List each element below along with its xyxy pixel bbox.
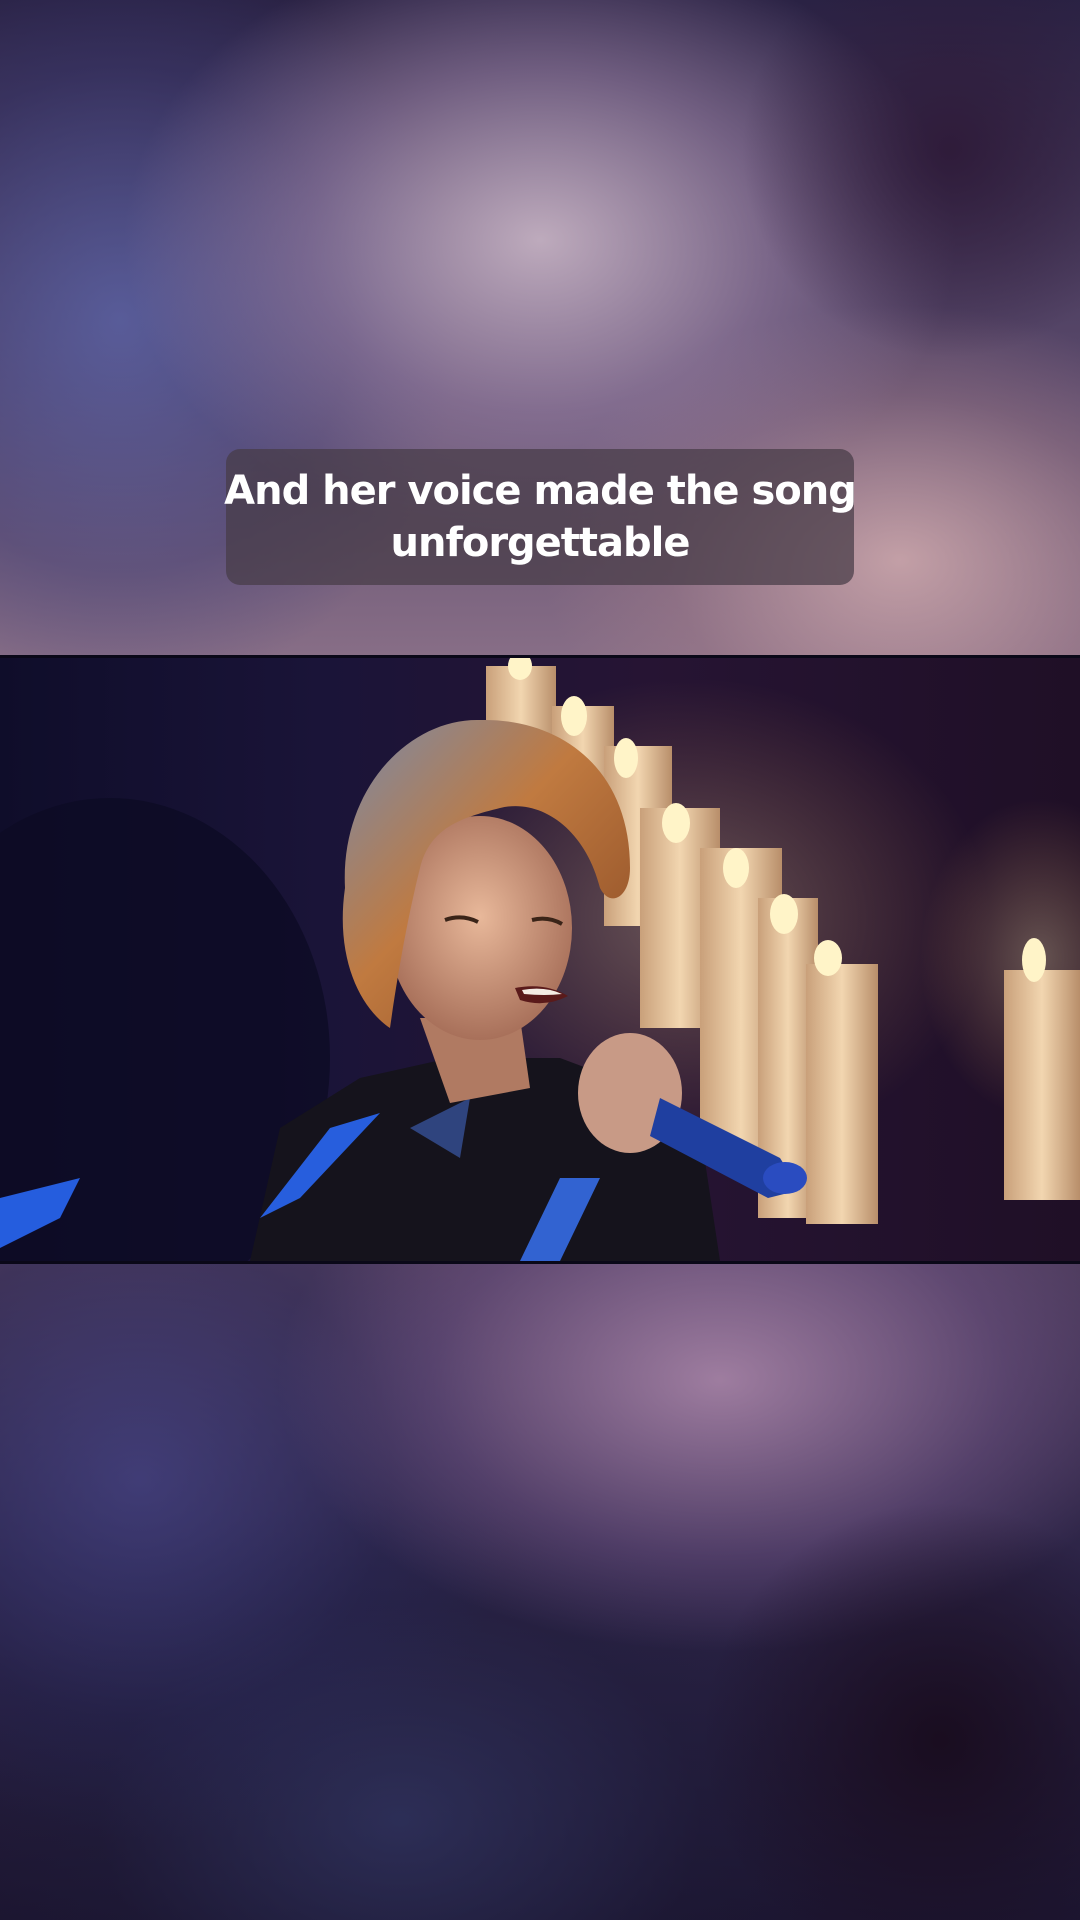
- video-still: [0, 658, 1080, 1261]
- flame: [662, 803, 690, 843]
- microphone-grille: [763, 1162, 807, 1194]
- candle: [1004, 970, 1080, 1200]
- video-frame[interactable]: [0, 655, 1080, 1264]
- flame: [814, 940, 842, 976]
- flame: [1022, 938, 1046, 982]
- candle: [806, 964, 878, 1224]
- video-screen[interactable]: And her voice made the song unforgettabl…: [0, 0, 1080, 1920]
- flame: [770, 894, 798, 934]
- flame: [614, 738, 638, 778]
- caption-line-2: unforgettable: [390, 520, 690, 566]
- background-shade: [700, 1500, 1080, 1920]
- flame: [723, 848, 749, 888]
- caption-line-1: And her voice made the song: [224, 468, 857, 514]
- background-shade: [740, 0, 1080, 360]
- flame: [561, 696, 587, 736]
- caption-overlay: And her voice made the song unforgettabl…: [224, 449, 857, 585]
